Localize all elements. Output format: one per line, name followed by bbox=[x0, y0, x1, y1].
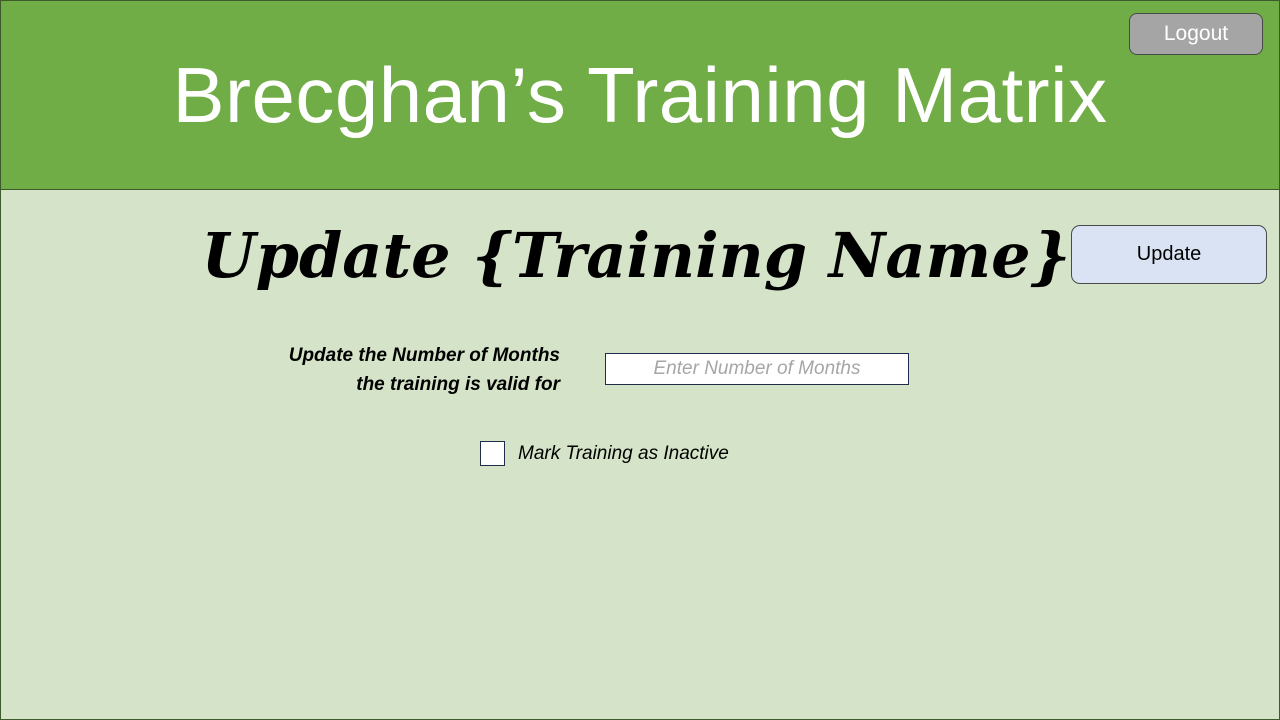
page-heading: Update {Training Name} bbox=[201, 219, 1071, 292]
months-valid-label-line1: Update the Number of Months bbox=[288, 345, 560, 366]
months-valid-label: Update the Number of Months the training… bbox=[201, 341, 560, 399]
months-valid-input[interactable] bbox=[605, 353, 909, 385]
app-window: Brecghan’s Training Matrix Logout Update… bbox=[0, 0, 1280, 720]
app-title: Brecghan’s Training Matrix bbox=[172, 51, 1108, 139]
months-valid-label-line2: the training is valid for bbox=[356, 374, 560, 395]
inactive-checkbox[interactable] bbox=[480, 441, 505, 466]
header-bar: Brecghan’s Training Matrix Logout bbox=[1, 1, 1279, 190]
update-button[interactable]: Update bbox=[1071, 225, 1267, 284]
logout-button[interactable]: Logout bbox=[1129, 13, 1263, 55]
inactive-checkbox-label: Mark Training as Inactive bbox=[518, 443, 729, 464]
